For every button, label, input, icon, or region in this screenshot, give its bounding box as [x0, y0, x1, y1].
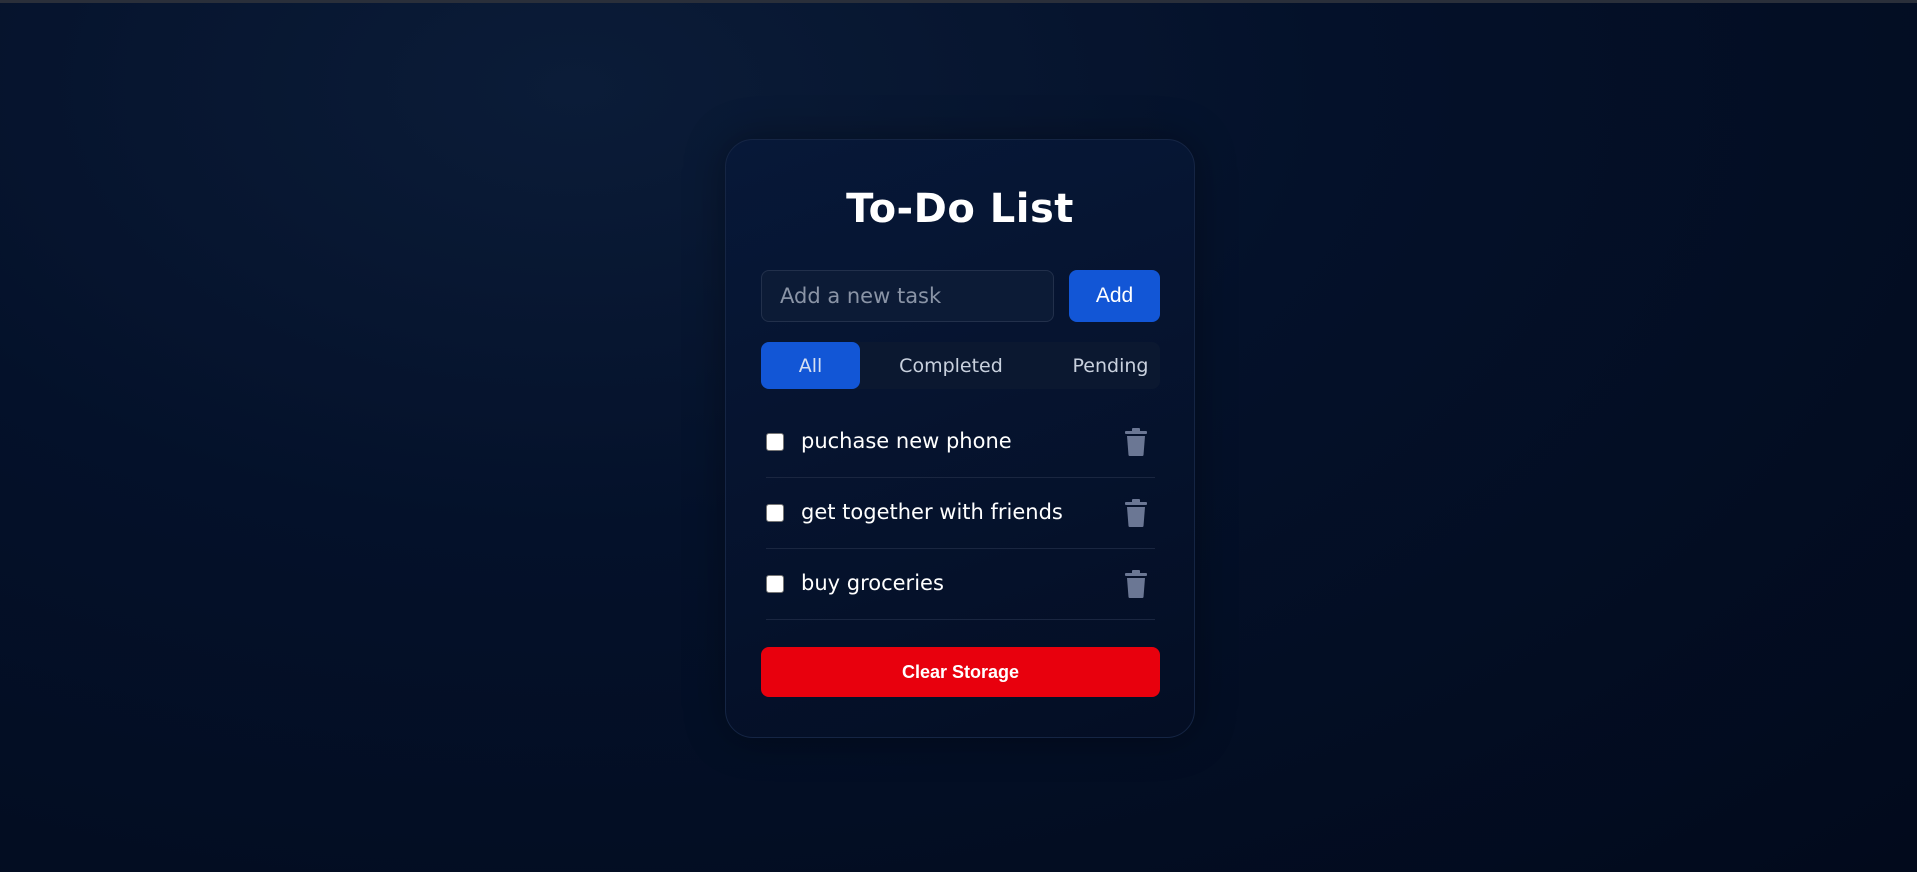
task-item: get together with friends: [761, 478, 1160, 549]
task-divider: [766, 619, 1155, 620]
task-item: buy groceries: [761, 549, 1160, 620]
task-checkbox[interactable]: [766, 433, 784, 451]
page-title: To-Do List: [846, 186, 1074, 232]
clear-storage-button[interactable]: Clear Storage: [761, 647, 1160, 697]
task-text: get together with friends: [801, 500, 1063, 524]
window-top-border: [0, 0, 1917, 3]
task-checkbox[interactable]: [766, 575, 784, 593]
new-task-input[interactable]: [761, 270, 1054, 322]
task-text: buy groceries: [801, 571, 944, 595]
task-item: puchase new phone: [761, 407, 1160, 478]
trash-icon[interactable]: [1124, 428, 1148, 456]
task-text: puchase new phone: [801, 429, 1012, 453]
filter-tabs: All Completed Pending: [761, 342, 1160, 389]
trash-icon[interactable]: [1124, 499, 1148, 527]
filter-all-tab[interactable]: All: [761, 342, 860, 389]
trash-icon[interactable]: [1124, 570, 1148, 598]
filter-pending-tab[interactable]: Pending: [1061, 342, 1160, 389]
add-task-button[interactable]: Add: [1069, 270, 1160, 322]
todo-card: To-Do List Add All Completed Pending puc…: [725, 139, 1195, 738]
task-checkbox[interactable]: [766, 504, 784, 522]
filter-completed-tab[interactable]: Completed: [881, 342, 1021, 389]
